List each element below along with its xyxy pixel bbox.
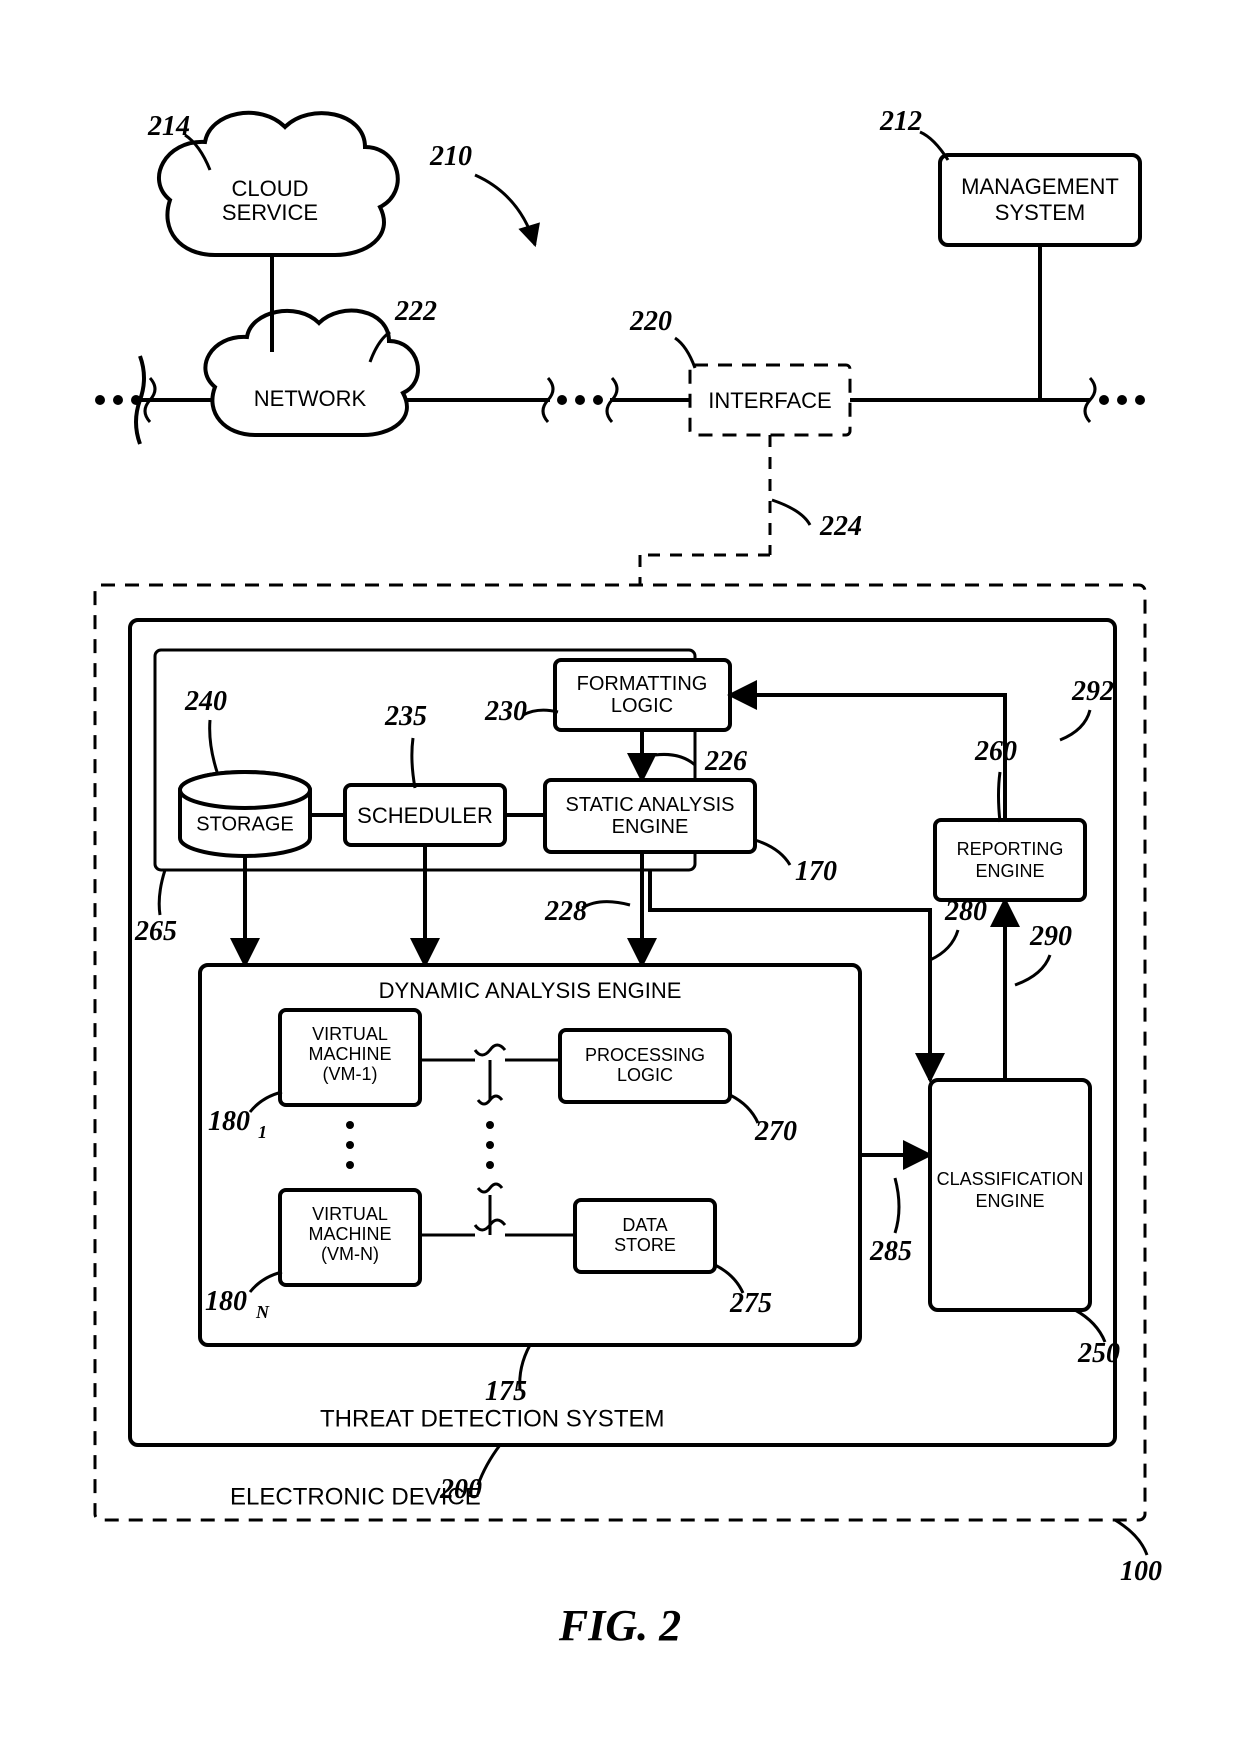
ref-285: 285 — [869, 1236, 912, 1267]
ref-100: 100 — [1120, 1556, 1162, 1587]
ref-230: 230 — [484, 696, 527, 727]
ref-175: 175 — [485, 1376, 527, 1407]
bus-end-right — [1085, 378, 1145, 422]
ref-180-n: 180 — [205, 1286, 247, 1317]
svg-text:DATASTORE: DATASTORE — [614, 1215, 676, 1255]
storage-cylinder: STORAGE — [180, 772, 310, 856]
ref-210: 210 — [429, 141, 472, 172]
ref-270: 270 — [754, 1116, 797, 1147]
ref-214: 214 — [147, 111, 190, 142]
management-system-box: MANAGEMENTSYSTEM — [940, 155, 1140, 245]
scheduler-label: SCHEDULER — [357, 803, 493, 828]
bus-break-1 — [543, 378, 617, 422]
dynamic-analysis-label: DYNAMIC ANALYSIS ENGINE — [379, 978, 682, 1003]
ref-212: 212 — [879, 106, 922, 137]
ref-222: 222 — [394, 296, 437, 327]
ref-235: 235 — [384, 701, 427, 732]
ref-260: 260 — [974, 736, 1017, 767]
cloud-service-line2: SERVICE — [222, 200, 318, 225]
ref-226: 226 — [704, 746, 747, 777]
network-cloud: NETWORK — [205, 311, 418, 435]
storage-label: STORAGE — [196, 813, 293, 835]
ref-220: 220 — [629, 306, 672, 337]
threat-detection-label: THREAT DETECTION SYSTEM — [320, 1405, 664, 1432]
ref-200: 200 — [439, 1474, 482, 1505]
ref-250: 250 — [1077, 1338, 1120, 1369]
ref-292: 292 — [1071, 676, 1114, 707]
cloud-service: CLOUDSERVICE — [159, 113, 398, 255]
ref-290: 290 — [1029, 921, 1072, 952]
ref-275: 275 — [729, 1288, 772, 1319]
ref-228: 228 — [544, 896, 587, 927]
network-label: NETWORK — [254, 386, 367, 411]
ref-180-1: 180 — [208, 1106, 250, 1137]
ref-240: 240 — [184, 686, 227, 717]
ref-180-1-sub: 1 — [258, 1122, 267, 1142]
interface-box: INTERFACE — [690, 365, 850, 435]
svg-text:CLOUDSERVICE: CLOUDSERVICE — [222, 176, 318, 225]
ref-170: 170 — [795, 856, 837, 887]
ref-224: 224 — [819, 511, 862, 542]
cloud-service-line1: CLOUD — [231, 176, 308, 201]
interface-label: INTERFACE — [708, 388, 831, 413]
figure-label: FIG. 2 — [558, 1601, 681, 1650]
ref-265: 265 — [134, 916, 177, 947]
ref-180-n-sub: N — [255, 1302, 270, 1322]
